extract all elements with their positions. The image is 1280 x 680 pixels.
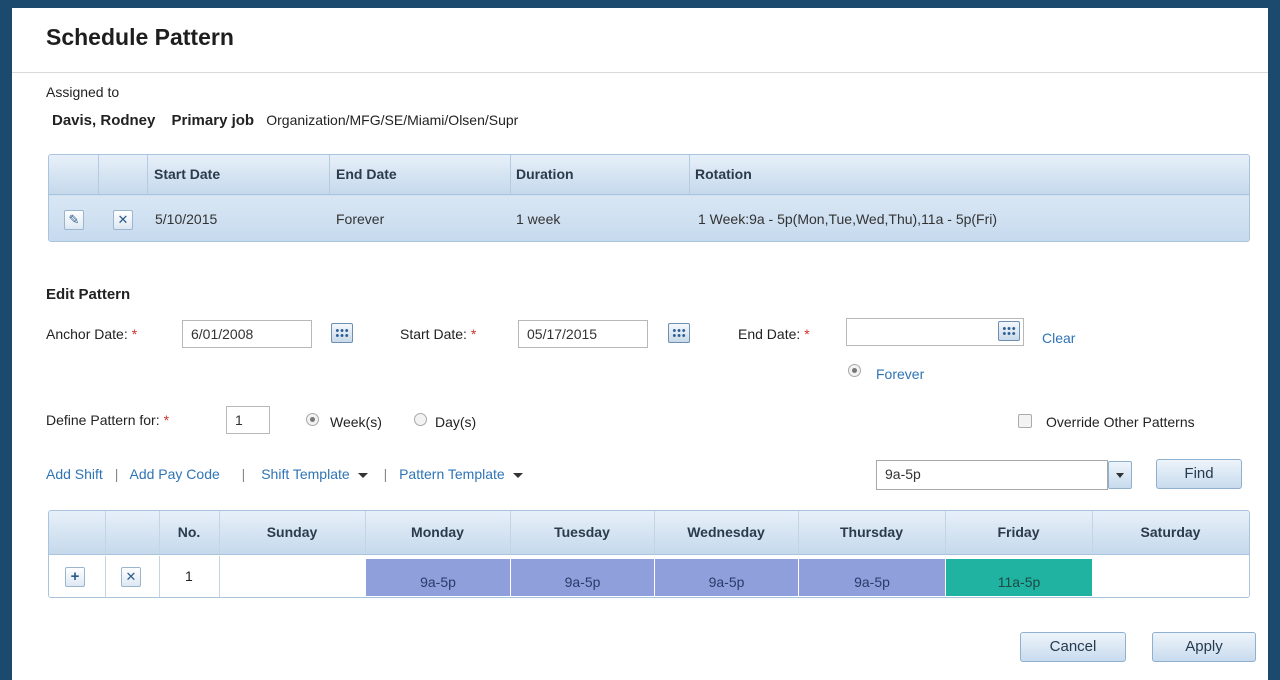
pattern-grid-header: No. Sunday Monday Tuesday Wednesday Thur… [49,511,1249,555]
row-start-date: 5/10/2015 [155,211,218,227]
header-sunday: Sunday [266,524,318,540]
assigned-info: Davis, Rodney Primary job Organization/M… [52,112,518,129]
delete-x-icon[interactable]: ✕ [113,210,133,230]
job-path: Organization/MFG/SE/Miami/Olsen/Supr [266,112,519,128]
row-end-date: Forever [336,211,385,227]
start-date-label: Start Date: * [400,326,477,342]
shift-cell-tuesday[interactable]: 9a-5p [511,559,654,596]
delete-row-x-icon[interactable]: ✕ [121,567,141,587]
cancel-button[interactable]: Cancel [1020,632,1126,662]
apply-button[interactable]: Apply [1152,632,1256,662]
table-row[interactable]: ✎ ✕ 5/10/2015 Forever 1 week 1 Week:9a -… [49,196,1249,241]
dialog-title: Schedule Pattern [46,24,234,50]
shift-template-menu[interactable]: Shift Template [261,466,368,482]
weeks-radio[interactable] [306,413,319,426]
days-radio[interactable] [414,413,427,426]
anchor-date-label: Anchor Date: * [46,326,138,342]
anchor-calendar-icon[interactable] [331,323,353,343]
chevron-down-icon [357,472,368,478]
header-end-date[interactable]: End Date [336,166,397,182]
clear-link[interactable]: Clear [1042,330,1075,346]
schedule-pattern-dialog: Schedule Pattern Assigned to Davis, Rodn… [12,8,1268,680]
start-date-field[interactable]: 05/17/2015 [518,320,648,348]
header-tuesday: Tuesday [554,524,610,540]
pattern-grid: No. Sunday Monday Tuesday Wednesday Thur… [48,510,1250,598]
define-pattern-label: Define Pattern for: * [46,412,170,428]
edit-pattern-title: Edit Pattern [46,286,131,303]
row-duration: 1 week [516,211,561,227]
add-row-plus-icon[interactable]: + [65,567,85,587]
primary-job-label: Primary job [171,112,255,129]
weeks-label[interactable]: Week(s) [330,414,382,430]
header-duration[interactable]: Duration [516,166,574,182]
header-monday: Monday [411,524,464,540]
table-row[interactable]: + ✕ 1 9a-5p 9a-5p 9a-5p 9a-5p 11a-5p [49,556,1249,597]
header-start-date[interactable]: Start Date [154,166,220,182]
end-calendar-icon[interactable] [998,321,1020,341]
header-no: No. [177,524,201,540]
row-rotation: 1 Week:9a - 5p(Mon,Tue,Wed,Thu),11a - 5p… [698,211,998,227]
shift-search-input[interactable]: 9a-5p [876,460,1108,490]
assignment-table: Start Date End Date Duration Rotation ✎ … [48,154,1250,242]
anchor-date-field[interactable]: 6/01/2008 [182,320,312,348]
start-calendar-icon[interactable] [668,323,690,343]
forever-radio[interactable] [848,364,861,377]
shift-search-dropdown[interactable] [1108,461,1132,489]
title-divider [12,72,1268,73]
shift-cell-wednesday[interactable]: 9a-5p [655,559,798,596]
header-thursday: Thursday [839,524,903,540]
header-wednesday: Wednesday [687,524,765,540]
employee-name: Davis, Rodney [52,112,156,129]
edit-pencil-icon[interactable]: ✎ [64,210,84,230]
forever-label[interactable]: Forever [876,366,924,382]
assigned-to-label: Assigned to [46,84,120,100]
override-patterns-label[interactable]: Override Other Patterns [1046,414,1195,430]
find-button[interactable]: Find [1156,459,1242,489]
shift-cell-friday[interactable]: 11a-5p [946,559,1092,596]
shift-cell-thursday[interactable]: 9a-5p [799,559,945,596]
header-rotation[interactable]: Rotation [695,166,752,182]
shift-cell-monday[interactable]: 9a-5p [366,559,510,596]
pattern-template-menu[interactable]: Pattern Template [399,466,523,482]
override-patterns-checkbox[interactable] [1018,414,1032,428]
define-pattern-count[interactable]: 1 [226,406,270,434]
end-date-label: End Date: * [738,326,810,342]
shift-cell-saturday[interactable] [1093,559,1249,596]
add-shift-link[interactable]: Add Shift [46,466,103,482]
shift-cell-sunday[interactable] [219,559,365,596]
add-pay-code-link[interactable]: Add Pay Code [129,466,219,482]
assignment-table-header: Start Date End Date Duration Rotation [49,155,1249,195]
days-label[interactable]: Day(s) [435,414,476,430]
chevron-down-icon [512,472,523,478]
pattern-toolbar: Add Shift | Add Pay Code | Shift Templat… [46,466,523,482]
header-friday: Friday [997,524,1040,540]
row-number: 1 [185,568,193,584]
header-saturday: Saturday [1140,524,1201,540]
